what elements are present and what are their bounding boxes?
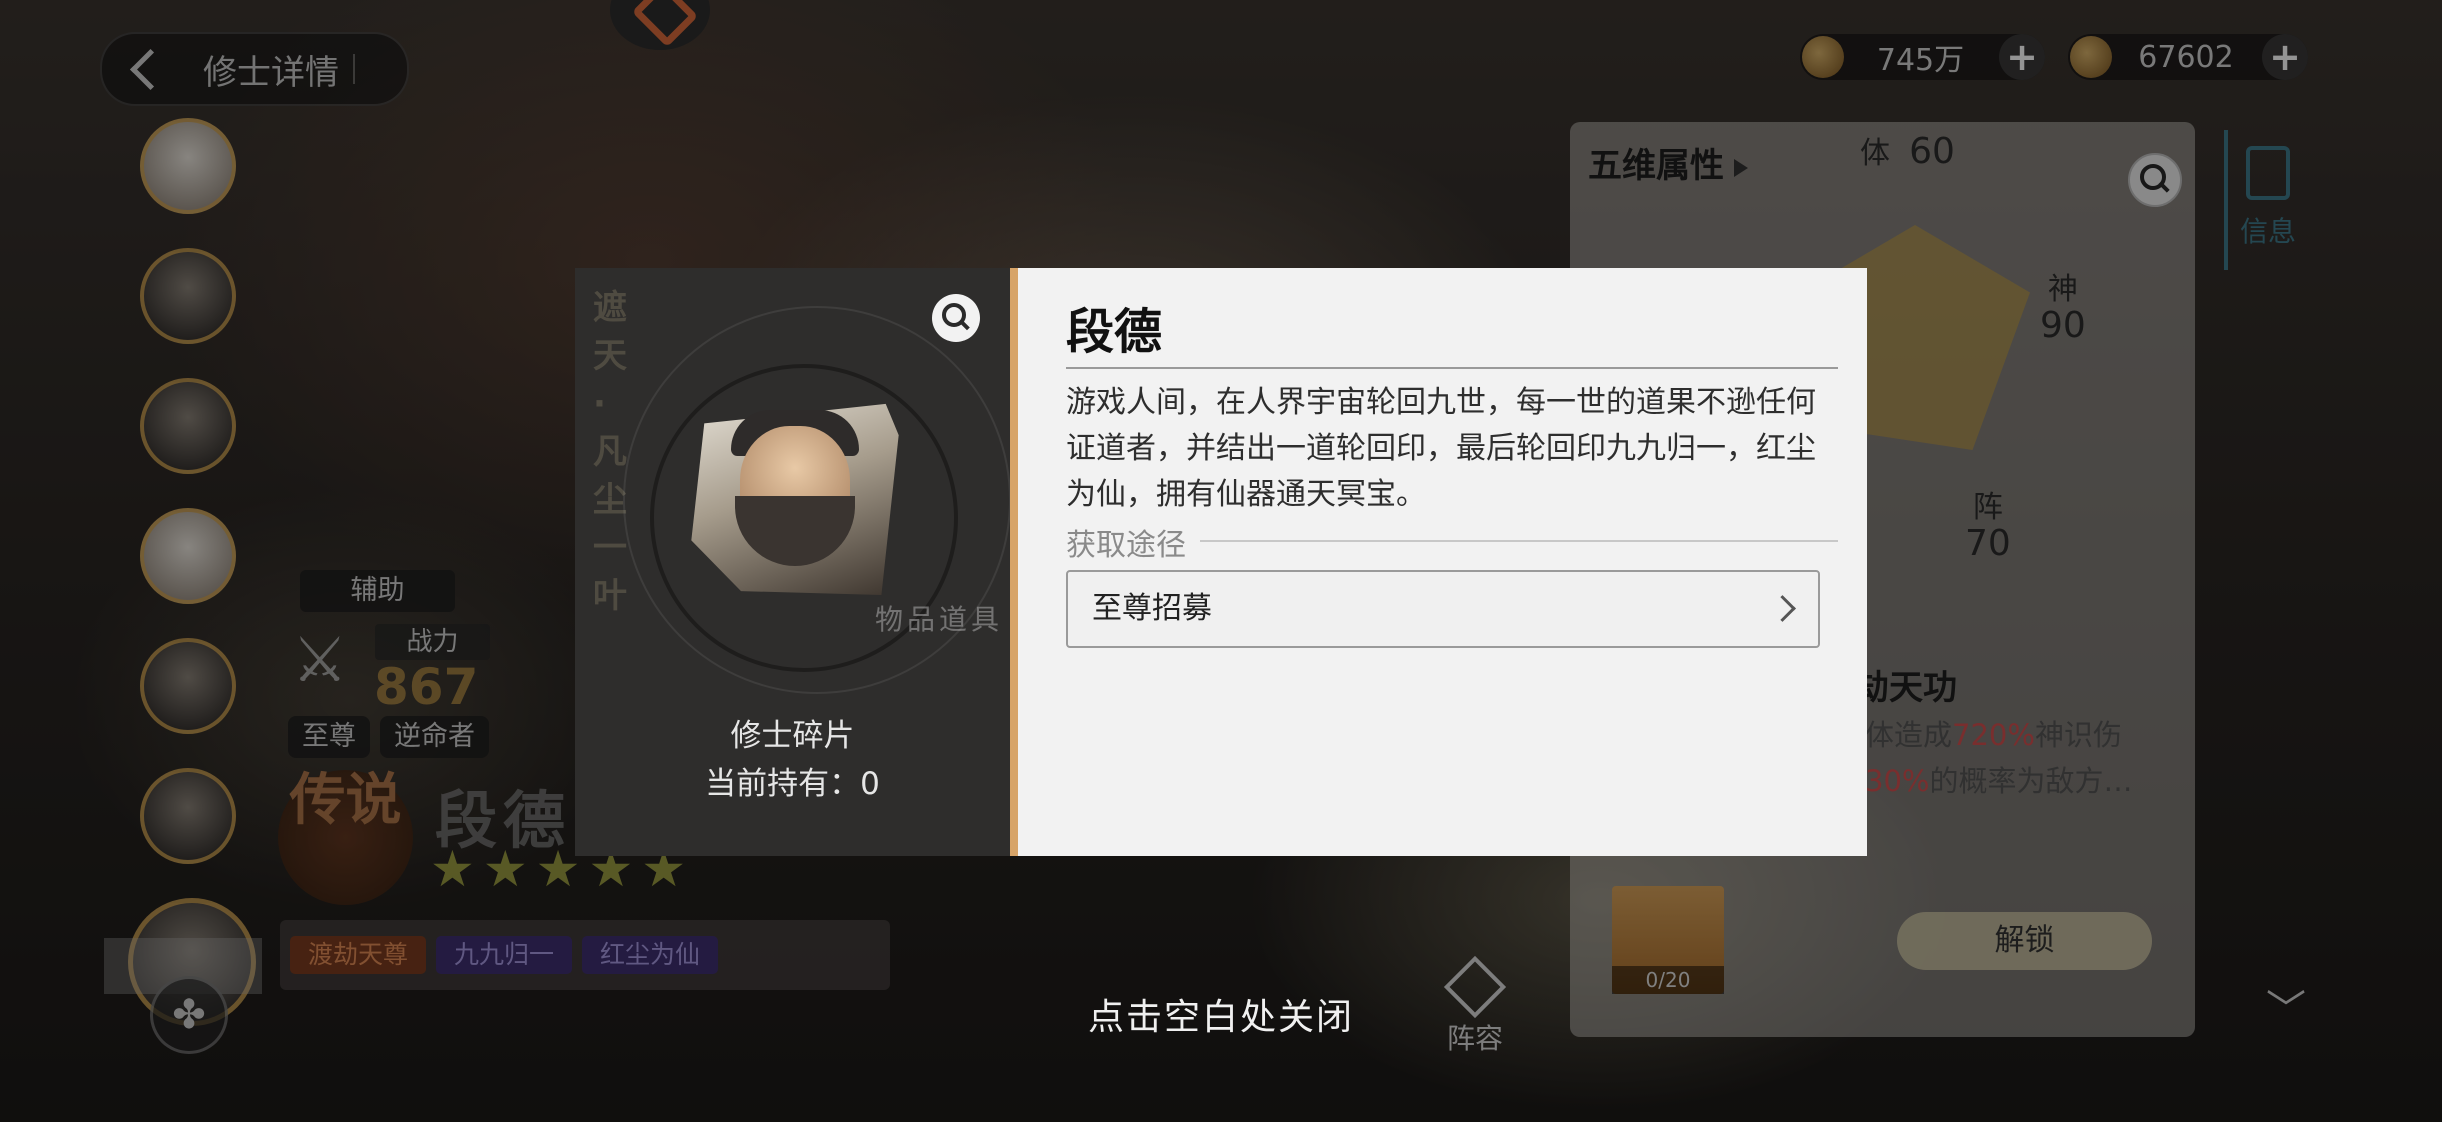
hero-description: 游戏人间，在人界宇宙轮回九世，每一世的道果不逊任何证道者，并结出一道轮回印，最后… (1066, 385, 1816, 512)
source-item-label: 至尊招募 (1092, 591, 1212, 626)
chevron-right-icon (1769, 595, 1796, 622)
magnify-icon[interactable] (932, 294, 980, 342)
fragment-name: 修士碎片 (730, 718, 855, 754)
fragment-popup: 遮天·凡尘一叶 物品道具 修士碎片 当前持有：0 段德 游戏人间，在人界宇宙轮回… (575, 268, 1867, 856)
accent-stripe (1010, 268, 1018, 856)
popup-detail-panel: 段德 游戏人间，在人界宇宙轮回九世，每一世的道果不逊任何证道者，并结出一道轮回印… (1018, 268, 1867, 856)
items-label: 物品道具 (875, 603, 1004, 636)
divider (1066, 367, 1838, 369)
fragment-count: 当前持有：0 (705, 766, 880, 802)
source-label: 获取途径 (1066, 520, 1200, 564)
hero-name: 段德 (1066, 304, 1163, 360)
source-recruit-button[interactable]: 至尊招募 (1066, 570, 1820, 648)
close-hint[interactable]: 点击空白处关闭 (0, 988, 2442, 1040)
popup-item-panel: 遮天·凡尘一叶 物品道具 修士碎片 当前持有：0 (575, 268, 1010, 856)
series-watermark: 遮天·凡尘一叶 (593, 288, 627, 616)
